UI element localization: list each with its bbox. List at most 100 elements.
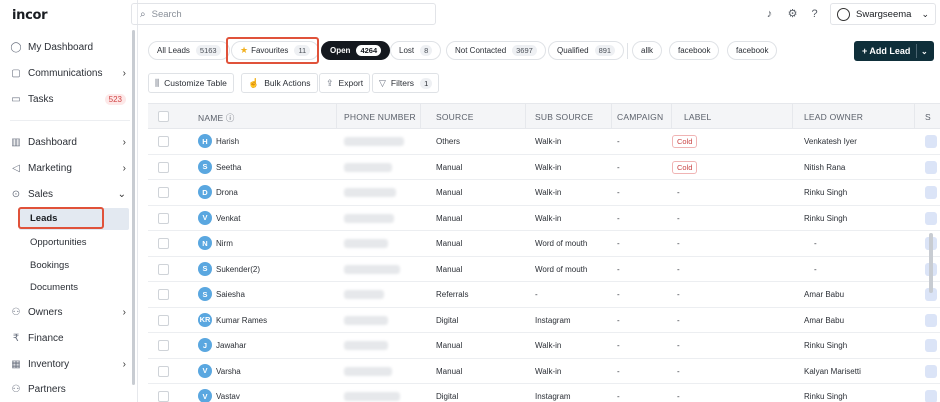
table-row[interactable]: J Jawahar Manual Walk-in - - Rinku Singh xyxy=(148,333,940,359)
lead-name[interactable]: Sukender(2) xyxy=(216,265,260,274)
chevron-right-icon: › xyxy=(122,358,126,370)
sidebar-item-label: Owners xyxy=(28,306,63,318)
chip-all-leads[interactable]: All Leads 5163 xyxy=(148,41,230,60)
export-label: Export xyxy=(338,78,364,88)
chip-custom-facebook[interactable]: facebook xyxy=(669,41,720,60)
sidebar-item-tasks[interactable]: ▭ Tasks 523 xyxy=(10,89,130,109)
chip-qualified[interactable]: Qualified 891 xyxy=(548,41,625,60)
row-checkbox[interactable] xyxy=(158,365,169,377)
bulk-actions-label: Bulk Actions xyxy=(264,78,311,88)
row-checkbox[interactable] xyxy=(158,238,169,249)
lead-name[interactable]: Jawahar xyxy=(216,341,246,350)
sidebar-sub-item-bookings[interactable]: Bookings xyxy=(30,260,69,271)
column-header-lead-owner[interactable]: LEAD OWNER xyxy=(804,112,863,122)
row-checkbox[interactable] xyxy=(158,212,169,224)
table-row[interactable]: S Saiesha Referrals - - - Amar Babu xyxy=(148,282,940,308)
sidebar-item-owners[interactable]: ⚇ Owners › xyxy=(10,302,130,322)
row-checkbox[interactable] xyxy=(158,340,169,351)
chevron-down-icon[interactable]: ⌄ xyxy=(921,47,928,56)
lead-avatar: D xyxy=(198,185,212,199)
column-header-campaign[interactable]: CAMPAIGN xyxy=(617,112,663,122)
column-header-source[interactable]: SOURCE xyxy=(436,112,474,122)
row-checkbox[interactable] xyxy=(158,136,169,147)
table-row[interactable]: V Vastav Digital Instagram - - Rinku Singh xyxy=(148,384,940,402)
customize-table-button[interactable]: ⫼ Customize Table xyxy=(148,73,234,93)
sidebar-item-sales[interactable]: ⊙ Sales ⌄ xyxy=(10,184,130,204)
lead-name[interactable]: Saiesha xyxy=(216,290,245,299)
chip-label: facebook xyxy=(678,46,711,55)
row-checkbox[interactable] xyxy=(158,187,169,198)
sidebar-item-my-dashboard[interactable]: ◯ My Dashboard xyxy=(10,37,130,57)
lead-name[interactable]: Drona xyxy=(216,188,238,197)
column-header-s[interactable]: S xyxy=(925,112,931,122)
table-row[interactable]: V Varsha Manual Walk-in - - Kalyan Marisetti xyxy=(148,358,940,384)
column-header-phone[interactable]: PHONE NUMBER xyxy=(344,112,416,122)
chip-open[interactable]: Open 4264 xyxy=(321,41,391,60)
export-icon: ⇪ xyxy=(326,77,334,88)
sidebar-item-marketing[interactable]: ◁ Marketing › xyxy=(10,158,130,178)
lead-name[interactable]: Vastav xyxy=(216,392,240,401)
table-row[interactable]: S Seetha Manual Walk-in - Cold Nitish Rana xyxy=(148,154,940,180)
lead-label: - xyxy=(677,366,680,376)
label-badge: Cold xyxy=(672,160,698,174)
table-row[interactable]: N Nirm Manual Word of mouth - - - xyxy=(148,231,940,257)
lead-campaign: - xyxy=(617,315,620,325)
search-input[interactable]: ⌕ Search xyxy=(131,3,436,25)
table-row[interactable]: S Sukender(2) Manual Word of mouth - - - xyxy=(148,256,940,282)
row-checkbox[interactable] xyxy=(158,263,169,275)
sidebar-sub-item-opportunities[interactable]: Opportunities xyxy=(30,237,87,248)
lead-sub-source: Instagram xyxy=(535,392,571,401)
filters-button[interactable]: ▽ Filters 1 xyxy=(372,73,440,93)
table-row[interactable]: V Venkat Manual Walk-in - - Rinku Singh xyxy=(148,205,940,231)
sidebar-item-label: Sales xyxy=(28,188,54,200)
lead-name[interactable]: Seetha xyxy=(216,163,241,172)
lead-name[interactable]: Harish xyxy=(216,137,239,146)
lead-campaign: - xyxy=(617,213,620,223)
sidebar-scrollbar[interactable] xyxy=(132,30,135,385)
chip-custom-facebook-2[interactable]: facebook xyxy=(727,41,778,60)
help-icon[interactable]: ? xyxy=(808,7,821,20)
column-header-sub-source[interactable]: SUB SOURCE xyxy=(535,112,593,122)
lead-name[interactable]: Nirm xyxy=(216,239,233,248)
bulk-actions-button[interactable]: ☝ Bulk Actions xyxy=(241,73,318,93)
column-header-label[interactable]: LABEL xyxy=(684,112,711,122)
lead-name[interactable]: Venkat xyxy=(216,214,240,223)
label-badge: Cold xyxy=(672,135,698,148)
sidebar-item-inventory[interactable]: ▦ Inventory › xyxy=(10,354,130,374)
export-button[interactable]: ⇪ Export xyxy=(319,73,371,93)
lead-label: - xyxy=(677,264,680,274)
lead-source: Digital xyxy=(436,392,459,401)
lead-source: Manual xyxy=(436,366,463,376)
row-checkbox[interactable] xyxy=(158,289,169,300)
sidebar-item-dashboard[interactable]: ▥ Dashboard › xyxy=(10,132,130,152)
tasks-count-badge: 523 xyxy=(104,93,126,105)
sidebar-sub-item-documents[interactable]: Documents xyxy=(30,282,78,293)
add-lead-button[interactable]: + Add Lead ⌄ xyxy=(854,41,934,61)
lead-name[interactable]: Varsha xyxy=(216,367,241,376)
chip-lost[interactable]: Lost 8 xyxy=(390,41,442,60)
calendar-icon: ▭ xyxy=(11,93,21,105)
settings-icon[interactable]: ⚙ xyxy=(786,7,799,20)
lead-owner: - xyxy=(814,239,817,248)
sidebar-item-partners[interactable]: ⚇ Partners xyxy=(10,379,130,399)
sidebar-item-finance[interactable]: ₹ Finance xyxy=(10,328,130,348)
lead-name[interactable]: Kumar Rames xyxy=(216,316,267,325)
sidebar-item-communications[interactable]: ▢ Communications › xyxy=(10,63,130,83)
table-row[interactable]: H Harish Others Walk-in - Cold Venkatesh Iyer xyxy=(148,129,940,155)
chip-not-contacted[interactable]: Not Contacted 3697 xyxy=(446,41,546,60)
table-row[interactable]: D Drona Manual Walk-in - - Rinku Singh xyxy=(148,180,940,206)
lead-owner: - xyxy=(814,264,817,274)
table-scrollbar[interactable] xyxy=(929,233,933,293)
chip-custom-allk[interactable]: allk xyxy=(632,41,663,60)
user-menu-button[interactable]: Swargseema ⌄ xyxy=(830,3,936,25)
row-checkbox[interactable] xyxy=(158,161,169,173)
row-checkbox[interactable] xyxy=(158,314,169,326)
bell-icon[interactable]: ♪ xyxy=(763,7,776,20)
column-header-name[interactable]: NAME ⓘ xyxy=(198,112,235,124)
table-row[interactable]: KR Kumar Rames Digital Instagram - - Amar Babu xyxy=(148,307,940,333)
row-checkbox[interactable] xyxy=(158,391,169,402)
select-all-checkbox[interactable] xyxy=(158,111,169,122)
sidebar-item-label: Inventory xyxy=(28,358,70,370)
dollar-icon: ⊙ xyxy=(11,188,21,200)
sidebar-sub-item-leads[interactable]: Leads xyxy=(30,213,57,224)
